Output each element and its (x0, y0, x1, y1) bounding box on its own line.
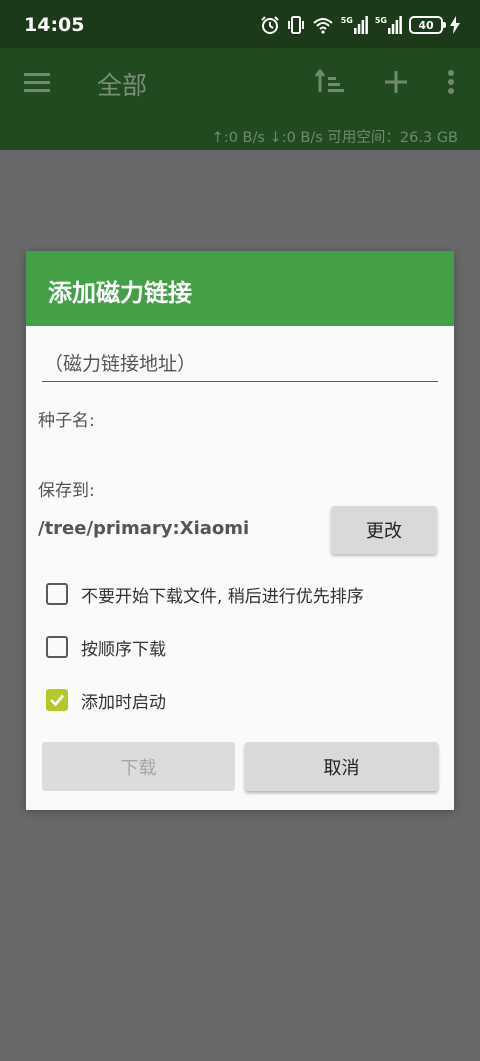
save-to-label: 保存到: (38, 481, 95, 501)
wifi-icon (313, 18, 333, 34)
signal-5g-icon: 5G (341, 16, 368, 34)
battery-level: 40 (418, 18, 434, 32)
option-dont-start-download[interactable]: 不要开始下载文件, 稍后进行优先排序 (46, 580, 364, 608)
option-sequential-download[interactable]: 按顺序下载 (46, 633, 166, 661)
more-vert-icon[interactable] (440, 66, 462, 98)
checkbox-unchecked-icon[interactable] (46, 583, 68, 605)
status-time: 14:05 (24, 14, 85, 36)
save-path: /tree/primary:Xiaomi (38, 518, 250, 539)
checkmark-icon (50, 694, 64, 707)
signal-5g-icon-2: 5G (375, 16, 402, 34)
magnet-link-input[interactable] (42, 346, 438, 382)
option-label: 按顺序下载 (81, 639, 166, 660)
free-space: 可用空间：26.3 GB (327, 130, 458, 146)
option-label: 不要开始下载文件, 稍后进行优先排序 (81, 586, 364, 607)
sort-icon[interactable] (314, 68, 348, 96)
torrent-name-label: 种子名: (38, 411, 95, 431)
battery-icon: 40 (409, 16, 446, 34)
add-magnet-dialog: 添加磁力链接 种子名: 保存到: /tree/primary:Xiaomi 更改… (26, 251, 454, 810)
charging-icon (450, 16, 460, 34)
status-bar: 14:05 5G 5G 40 (0, 0, 480, 48)
signal-5g-label-2: 5G (374, 16, 387, 25)
cancel-button[interactable]: 取消 (245, 742, 438, 791)
menu-icon[interactable] (22, 68, 54, 96)
status-icons: 5G 5G 40 (260, 14, 460, 36)
page-title: 全部 (97, 71, 148, 100)
checkbox-checked-icon[interactable] (46, 689, 68, 711)
app-bar: 全部 ↑:0 B/s ↓:0 B/s 可用空间：26.3 GB (0, 48, 480, 150)
download-button[interactable]: 下载 (42, 742, 235, 791)
dialog-header: 添加磁力链接 (26, 251, 454, 326)
add-icon[interactable] (380, 66, 412, 98)
download-speed: ↓:0 B/s (269, 130, 323, 146)
vibrate-icon (287, 16, 304, 34)
option-start-on-add[interactable]: 添加时启动 (46, 686, 166, 714)
checkbox-unchecked-icon[interactable] (46, 636, 68, 658)
upload-speed: ↑:0 B/s (211, 130, 265, 146)
speed-row: ↑:0 B/s ↓:0 B/s 可用空间：26.3 GB (212, 126, 458, 147)
option-label: 添加时启动 (81, 692, 166, 713)
signal-5g-label: 5G (340, 16, 353, 25)
dialog-title: 添加磁力链接 (48, 279, 192, 307)
change-path-button[interactable]: 更改 (331, 506, 437, 554)
alarm-icon (261, 16, 279, 34)
